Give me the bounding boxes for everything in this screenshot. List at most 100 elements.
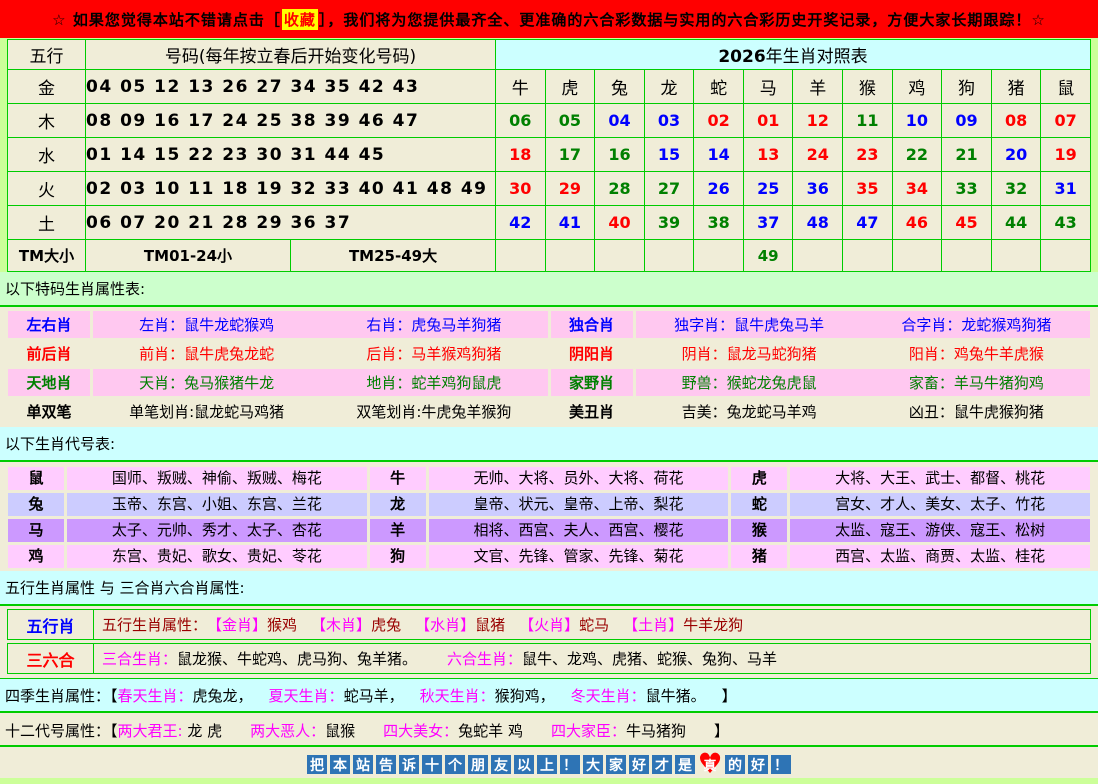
share-char-box: ！: [560, 755, 580, 774]
zodiac-number: 27: [644, 172, 694, 206]
attr-text: 前肖：鼠牛虎兔龙蛇: [139, 343, 274, 364]
banner-text-suffix: ］，我们将为您提供最齐全、更准确的六合彩数据与实用的六合彩历史开奖记录，方便大家…: [319, 9, 1046, 30]
share-char-box: 以: [514, 755, 534, 774]
element-name: 火: [8, 172, 86, 206]
element-numbers: 08 09 16 17 24 25 38 39 46 47: [86, 104, 496, 138]
share-char-box: ！: [771, 755, 791, 774]
tm-zodiac-number: [892, 240, 942, 272]
wuxing-group-name: 【火肖】: [519, 616, 579, 634]
elements-zodiac-section: 五行 号码(每年按立春后开始变化号码) 2026年生肖对照表 金04 05 12…: [0, 38, 1098, 272]
wuxing-group-value: 牛羊龙狗: [683, 616, 743, 634]
season-name: 冬天生肖：: [571, 687, 646, 705]
twelve-prefix: 十二代号属性：【: [5, 720, 118, 741]
attr-row-label: 美丑肖: [551, 398, 633, 425]
season-name: 春天生肖：: [118, 687, 193, 705]
sanliu-group: 六合生肖：鼠牛、龙鸡、虎猪、蛇猴、兔狗、马羊: [447, 650, 777, 668]
zodiac-number: 44: [991, 206, 1041, 240]
zodiac-number: 15: [644, 138, 694, 172]
sanliu-row-label: 三六合: [8, 644, 94, 673]
share-char-box: 诉: [399, 755, 419, 774]
code-aliases: 东宫、贵妃、歌女、贵妃、苓花: [67, 545, 367, 568]
zodiac-col-header: 马: [743, 70, 793, 104]
code-aliases: 宫女、才人、美女、太子、竹花: [790, 493, 1090, 516]
zodiac-number: 39: [644, 206, 694, 240]
attr-row-label: 独合肖: [551, 311, 633, 338]
share-footer: 把本站告诉十个朋友以上！大家好才是♥真的好！: [0, 747, 1098, 778]
twelve-group: 两大恶人：鼠猴: [250, 722, 355, 740]
zodiac-number: 28: [595, 172, 645, 206]
twelve-suffix: 】: [714, 720, 729, 741]
twelve-name: 两大君王:: [118, 722, 188, 740]
wuxing-group-value: 鼠猪: [475, 616, 505, 634]
element-name: 金: [8, 70, 86, 104]
share-char-box: 把: [307, 755, 327, 774]
attr-row-content: 单笔划肖:鼠龙蛇马鸡猪双笔划肖:牛虎兔羊猴狗: [93, 398, 548, 425]
tm-zodiac-number: [644, 240, 694, 272]
attr-text: 独字肖：鼠牛虎兔马羊: [674, 314, 824, 335]
main-table-header-row: 五行 号码(每年按立春后开始变化号码) 2026年生肖对照表: [8, 40, 1091, 70]
share-char-box: 才: [652, 755, 672, 774]
zodiac-number: 02: [694, 104, 744, 138]
attr-text: 吉美：兔龙蛇马羊鸡: [682, 401, 817, 422]
zodiac-number: 35: [843, 172, 893, 206]
twelve-name: 四大家臣：: [551, 722, 626, 740]
bottom-margin-strip: [0, 778, 1098, 784]
code-aliases: 大将、大王、武士、都督、桃花: [790, 467, 1090, 490]
attr-row-content: 左肖：鼠牛龙蛇猴鸡右肖：虎兔马羊狗猪: [93, 311, 548, 338]
zodiac-title-rest: 年生肖对照表: [766, 47, 868, 67]
zodiac-col-header: 鸡: [892, 70, 942, 104]
wuxing-row-content: 五行生肖属性： 【金肖】猴鸡【木肖】虎兔【水肖】鼠猪【火肖】蛇马【土肖】牛羊龙狗: [94, 610, 1090, 639]
code-aliases: 无帅、大将、员外、大将、荷花: [429, 467, 729, 490]
attr-text: 地肖：蛇羊鸡狗鼠虎: [366, 372, 501, 393]
attr-text: 家畜：羊马牛猪狗鸡: [909, 372, 1044, 393]
code-zodiac: 鸡: [8, 545, 64, 568]
element-row: 水01 14 15 22 23 30 31 44 451817161514132…: [8, 138, 1091, 172]
wuxing-group-value: 猴鸡: [267, 616, 297, 634]
attr-row-content: 天肖：兔马猴猪牛龙地肖：蛇羊鸡狗鼠虎: [93, 369, 548, 396]
share-char-box: 大: [583, 755, 603, 774]
share-char-box: 友: [491, 755, 511, 774]
elements-zodiac-table: 五行 号码(每年按立春后开始变化号码) 2026年生肖对照表 金04 05 12…: [7, 39, 1091, 272]
sanliu-group-value: 鼠龙猴、牛蛇鸡、虎马狗、兔羊猪。: [177, 650, 417, 668]
wuxing-group: 【水肖】鼠猪: [415, 616, 505, 634]
attr-row-label: 前后肖: [8, 340, 90, 367]
zodiac-col-header: 龙: [644, 70, 694, 104]
element-name: 土: [8, 206, 86, 240]
zodiac-number: 08: [991, 104, 1041, 138]
zodiac-number: 29: [545, 172, 595, 206]
zodiac-number: 45: [942, 206, 992, 240]
zodiac-number: 17: [545, 138, 595, 172]
attr-row-content: 独字肖：鼠牛虎兔马羊合字肖：龙蛇猴鸡狗猪: [636, 311, 1091, 338]
code-aliases: 国师、叛贼、神偷、叛贼、梅花: [67, 467, 367, 490]
code-zodiac: 虎: [731, 467, 787, 490]
tm-zodiac-number: [843, 240, 893, 272]
zodiac-number: 34: [892, 172, 942, 206]
zodiac-number: 14: [694, 138, 744, 172]
sanliu-group-name: 六合生肖：: [447, 650, 522, 668]
zodiac-number: 36: [793, 172, 843, 206]
twelve-group: 四大家臣：牛马猪狗: [551, 722, 686, 740]
twelve-value: 兔蛇羊 鸡: [458, 722, 523, 740]
zodiac-col-header: 狗: [942, 70, 992, 104]
share-char-box: 告: [376, 755, 396, 774]
wuxing-section-title: 五行生肖属性 与 三合肖六合肖属性:: [0, 571, 1098, 606]
seasons-suffix: 】: [722, 685, 737, 706]
zodiac-col-header: 羊: [793, 70, 843, 104]
zodiac-col-header: 兔: [595, 70, 645, 104]
zodiac-number: 23: [843, 138, 893, 172]
twelve-group: 四大美女：兔蛇羊 鸡: [383, 722, 523, 740]
code-aliases: 太监、寇王、游侠、寇王、松树: [790, 519, 1090, 542]
tm-zodiac-number: [595, 240, 645, 272]
twelve-group: 两大君王: 龙 虎: [118, 722, 223, 740]
col-header-wuxing: 五行: [8, 40, 86, 70]
zodiac-number: 24: [793, 138, 843, 172]
zodiac-number: 30: [496, 172, 546, 206]
tm-zodiac-number: [942, 240, 992, 272]
wuxing-group: 【火肖】蛇马: [519, 616, 609, 634]
code-row: 兔玉帝、东宫、小姐、东宫、兰花龙皇帝、状元、皇帝、上帝、梨花蛇宫女、才人、美女、…: [8, 493, 1090, 516]
attr-row-content: 吉美：兔龙蛇马羊鸡凶丑：鼠牛虎猴狗猪: [636, 398, 1091, 425]
code-row: 鼠国师、叛贼、神偷、叛贼、梅花牛无帅、大将、员外、大将、荷花虎大将、大王、武士、…: [8, 467, 1090, 490]
bookmark-link[interactable]: 收藏: [282, 9, 318, 30]
attr-text: 右肖：虎兔马羊狗猪: [366, 314, 501, 335]
zodiac-number: 41: [545, 206, 595, 240]
